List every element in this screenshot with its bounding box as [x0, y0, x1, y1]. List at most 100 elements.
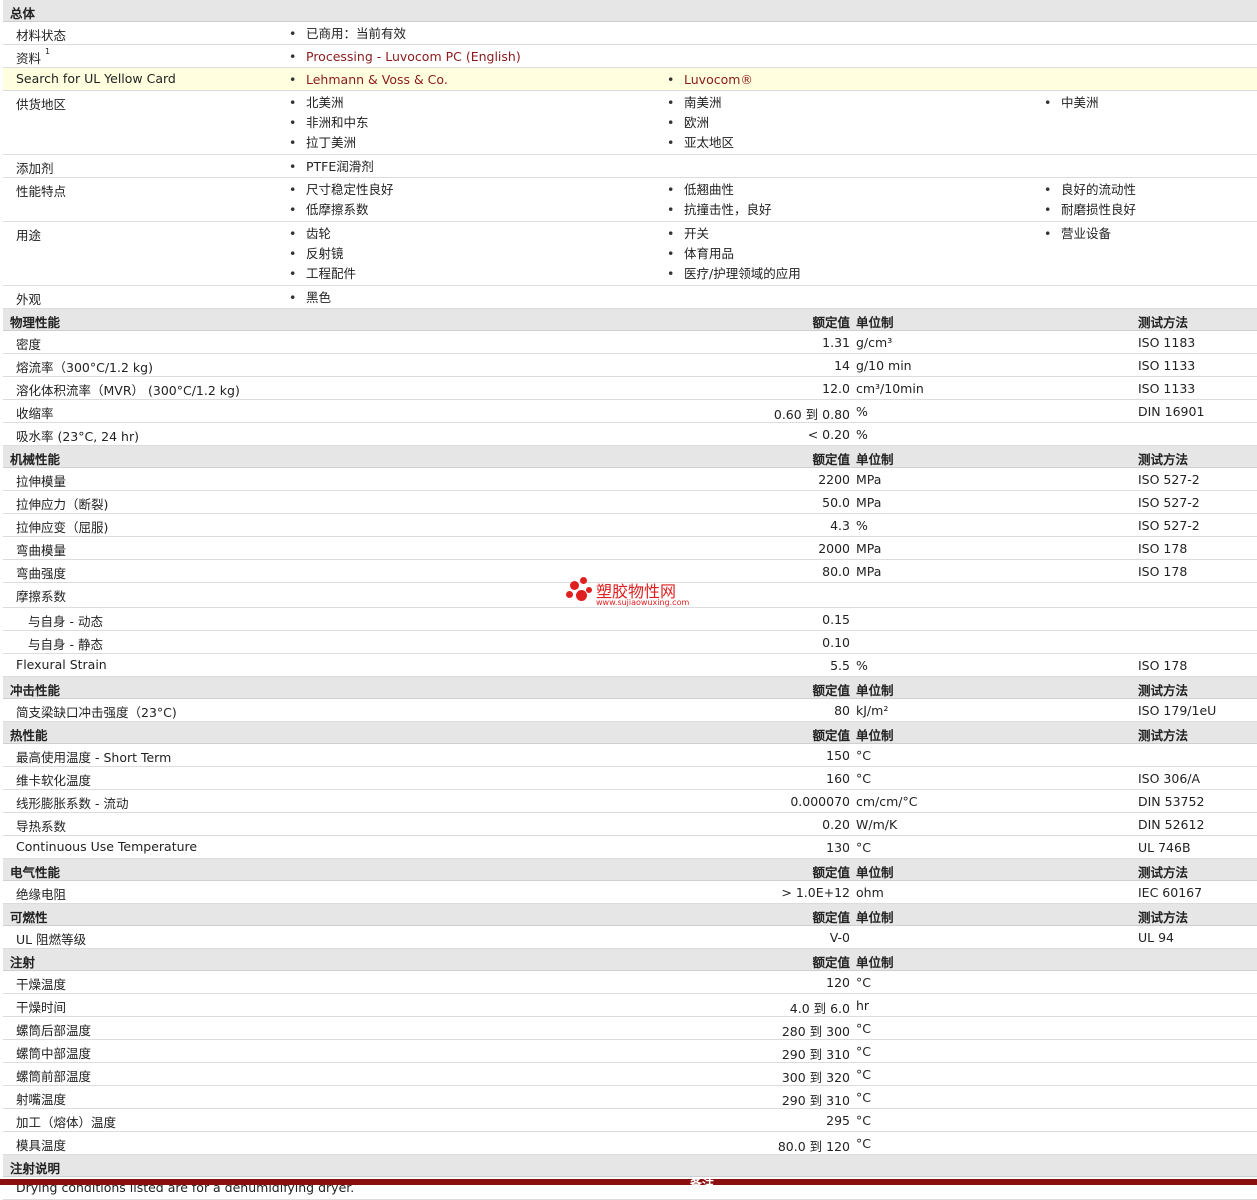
column-header-value: 额定值 — [812, 452, 850, 467]
footer-label: 备注 — [690, 1177, 715, 1191]
property-row: 溶化体积流率（MVR） (300°C/1.2 kg) 12.0 cm³/10min I… — [3, 377, 1257, 400]
test-method: ISO 527-2 — [1138, 495, 1200, 510]
property-label: 熔流率（300°C/1.2 kg) — [16, 360, 153, 375]
property-value: V-0 — [829, 930, 850, 945]
property-unit: °C — [856, 1090, 871, 1105]
bullet-item: 反射镜 — [289, 244, 344, 264]
column-header-method: 测试方法 — [1138, 910, 1189, 925]
property-label: 摩擦系数 — [16, 589, 67, 604]
link-item[interactable]: Lehmann & Voss & Co. — [289, 70, 448, 90]
property-unit: °C — [856, 840, 871, 855]
property-row: 拉伸应变（屈服) 4.3% ISO 527-2 — [3, 514, 1257, 537]
property-value: 2000 — [818, 541, 850, 556]
bullet-item: 低摩擦系数 — [289, 200, 369, 220]
section-title: 机械性能 — [10, 452, 61, 467]
general-row: 资料1 Processing - Luvocom PC (English) — [3, 45, 1257, 68]
property-label: 维卡软化温度 — [16, 773, 92, 788]
section-header-notes: 注射说明 — [3, 1155, 1257, 1177]
property-unit: % — [856, 658, 868, 673]
property-row: Flexural Strain 5.5% ISO 178 — [3, 654, 1257, 677]
link-item[interactable]: Luvocom® — [667, 70, 753, 90]
property-unit: cm/cm/°C — [856, 794, 918, 809]
general-row: Search for UL Yellow Card Lehmann & Voss … — [3, 68, 1257, 91]
bullet-item: 齿轮 — [289, 224, 331, 244]
property-unit: MPa — [856, 564, 882, 579]
property-unit: MPa — [856, 541, 882, 556]
property-value: 280 到 300 — [781, 1024, 850, 1039]
property-row: 螺筒中部温度 290 到 310 °C — [3, 1040, 1257, 1063]
section-header: 注射 额定值 单位制 — [3, 949, 1257, 971]
property-value: 290 到 310 — [781, 1047, 850, 1062]
property-row: 模具温度 80.0 到 120 °C — [3, 1132, 1257, 1155]
property-value: 2200 — [818, 472, 850, 487]
property-row: 螺筒后部温度 280 到 300 °C — [3, 1017, 1257, 1040]
property-row: 螺筒前部温度 300 到 320 °C — [3, 1063, 1257, 1086]
test-method: ISO 527-2 — [1138, 518, 1200, 533]
property-label: Flexural Strain — [16, 657, 107, 672]
property-value: 14 — [834, 358, 850, 373]
section-title: 物理性能 — [10, 315, 61, 330]
general-row: 用途 齿轮反射镜工程配件 开关体育用品医疗/护理领域的应用 营业设备 — [3, 222, 1257, 286]
column-header-unit: 单位制 — [856, 452, 894, 467]
test-method: ISO 178 — [1138, 564, 1188, 579]
column-header-value: 额定值 — [812, 910, 850, 925]
property-unit: °C — [856, 1067, 871, 1082]
section-title: 电气性能 — [10, 865, 61, 880]
property-row: 维卡软化温度 160 °C ISO 306/A — [3, 767, 1257, 790]
test-method: ISO 1133 — [1138, 381, 1196, 396]
column-header-value: 额定值 — [812, 315, 850, 330]
section-title: 可燃性 — [10, 910, 48, 925]
property-unit: °C — [856, 1113, 871, 1128]
property-unit: MPa — [856, 495, 882, 510]
column-header-method: 测试方法 — [1138, 728, 1189, 743]
property-label: 干燥时间 — [16, 1000, 67, 1015]
link-item[interactable]: Processing - Luvocom PC (English) — [289, 47, 521, 67]
footer-bar: 备注 — [0, 1177, 1257, 1191]
column-header-method: 测试方法 — [1138, 865, 1189, 880]
section-title: 注射 — [10, 955, 36, 970]
bullet-item: 体育用品 — [667, 244, 734, 264]
test-method: ISO 1183 — [1138, 335, 1196, 350]
property-unit: % — [856, 427, 868, 442]
test-method: DIN 52612 — [1138, 817, 1205, 832]
general-label: 供货地区 — [16, 97, 67, 112]
test-method: ISO 1133 — [1138, 358, 1196, 373]
property-label: 线形膨胀系数 - 流动 — [16, 796, 129, 811]
column-header-unit: 单位制 — [856, 955, 894, 970]
property-unit: cm³/10min — [856, 381, 924, 396]
general-label: 资料 — [16, 51, 42, 66]
property-value: 4.0 到 6.0 — [789, 1001, 850, 1016]
general-row: 供货地区 北美洲非洲和中东拉丁美洲 南美洲欧洲亚太地区 中美洲 — [3, 91, 1257, 155]
test-method: DIN 53752 — [1138, 794, 1205, 809]
property-label: 吸水率 (23°C, 24 hr) — [16, 429, 139, 444]
bullet-item: 南美洲 — [667, 93, 722, 113]
property-label: 与自身 - 静态 — [28, 637, 103, 652]
property-label: 射嘴温度 — [16, 1092, 67, 1107]
property-label: 拉伸应变（屈服) — [16, 520, 109, 535]
property-row: 干燥温度 120 °C — [3, 971, 1257, 994]
section-header: 电气性能 额定值 单位制 测试方法 — [3, 859, 1257, 881]
property-value: > 1.0E+12 — [781, 885, 850, 900]
property-value: 1.31 — [822, 335, 850, 350]
bullet-item: 黑色 — [289, 288, 331, 308]
property-value: 5.5 — [830, 658, 850, 673]
test-method: UL 746B — [1138, 840, 1191, 855]
property-row: Continuous Use Temperature 130 °C UL 746B — [3, 836, 1257, 859]
test-method: ISO 527-2 — [1138, 472, 1200, 487]
property-value: 12.0 — [822, 381, 850, 396]
column-header-value: 额定值 — [812, 955, 850, 970]
property-value: 150 — [826, 748, 850, 763]
general-label: 外观 — [16, 292, 42, 307]
property-row: 射嘴温度 290 到 310 °C — [3, 1086, 1257, 1109]
section-header: 热性能 额定值 单位制 测试方法 — [3, 722, 1257, 744]
property-value: 0.10 — [822, 635, 850, 650]
test-method: ISO 179/1eU — [1138, 703, 1217, 718]
property-label: 简支梁缺口冲击强度（23°C) — [16, 705, 177, 720]
property-label: 与自身 - 动态 — [28, 614, 103, 629]
property-unit: g/10 min — [856, 358, 912, 373]
test-method: ISO 178 — [1138, 541, 1188, 556]
general-row: 性能特点 尺寸稳定性良好低摩擦系数 低翘曲性抗撞击性，良好 良好的流动性耐磨损性良好 — [3, 178, 1257, 222]
property-row: 吸水率 (23°C, 24 hr) < 0.20% — [3, 423, 1257, 446]
property-label: 溶化体积流率（MVR） (300°C/1.2 kg) — [16, 383, 240, 398]
property-value: 295 — [826, 1113, 850, 1128]
